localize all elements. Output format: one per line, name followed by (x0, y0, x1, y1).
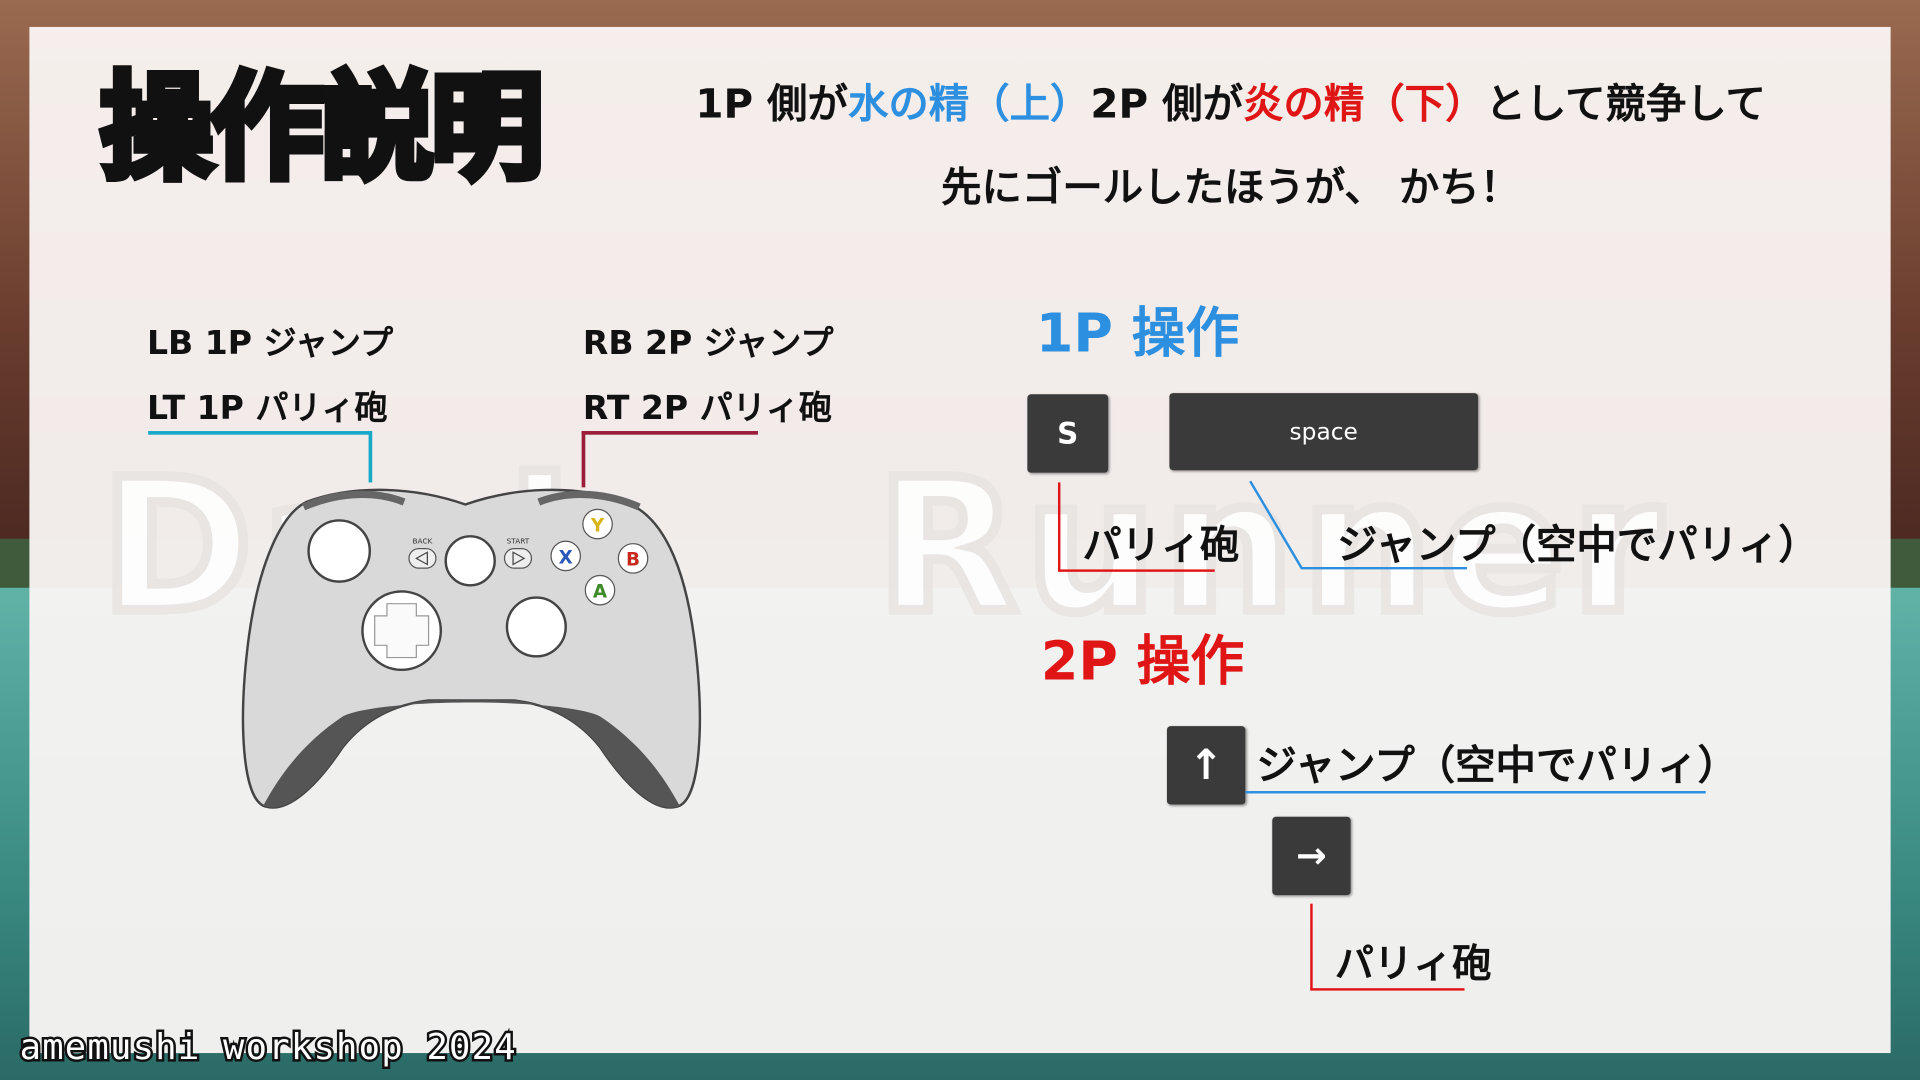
right-leader-drop (1310, 903, 1313, 990)
key-space: space (1169, 393, 1478, 471)
p2-parry-label: パリィ砲 (1334, 940, 1492, 987)
intro-fire-spirit: 炎の精（下） (1243, 79, 1486, 128)
intro-line-2: 先にゴールしたほうが、 かち！ (941, 162, 1521, 211)
lt-label: LT 1P パリィ砲 (146, 389, 388, 428)
footer-credit-text: amemushi workshop 2024 (19, 1026, 517, 1068)
p1-jump-label: ジャンプ（空中でパリィ） (1337, 520, 1819, 569)
p2-jump-label: ジャンプ（空中でパリィ） (1256, 740, 1739, 789)
back-label: BACK (413, 537, 433, 546)
key-s: S (1027, 394, 1109, 473)
start-label: START (507, 537, 530, 546)
button-a: A (593, 582, 608, 603)
button-y: Y (590, 515, 605, 536)
intro-text-compete: として競争して (1485, 79, 1766, 128)
p2-heading: 2P 操作 (1040, 630, 1245, 694)
s-leader-drop (1057, 482, 1061, 571)
button-x: X (559, 547, 573, 568)
p1-heading: 1P 操作 (1035, 302, 1240, 365)
intro-text-1p: 1P 側が (695, 79, 848, 128)
gamepad-icon: BACK START Y X B A (241, 488, 702, 809)
rb-label: RB 2P ジャンプ (582, 324, 834, 363)
lb-label: LB 1P ジャンプ (146, 324, 394, 363)
footer-credit: amemushi workshop 2024 amemushi workshop… (17, 1024, 518, 1071)
page-title: 操作説明 (97, 58, 548, 199)
intro-line-1: 1P 側が水の精（上）2P 側が炎の精（下）として競争して (612, 71, 1849, 130)
rt-label: RT 2P パリィ砲 (582, 389, 832, 428)
lt-leader-drop (368, 431, 373, 483)
intro-text-2p: 2P 側が (1090, 79, 1244, 128)
p1-parry-label: パリィ砲 (1082, 521, 1240, 569)
up-leader-line (1245, 791, 1706, 794)
rt-leader-line (581, 431, 758, 435)
key-right-arrow: → (1272, 816, 1351, 896)
lt-leader-line (148, 431, 372, 435)
key-up-arrow: ↑ (1166, 726, 1246, 805)
intro-water-spirit: 水の精（上） (847, 79, 1091, 128)
button-b: B (626, 550, 640, 571)
